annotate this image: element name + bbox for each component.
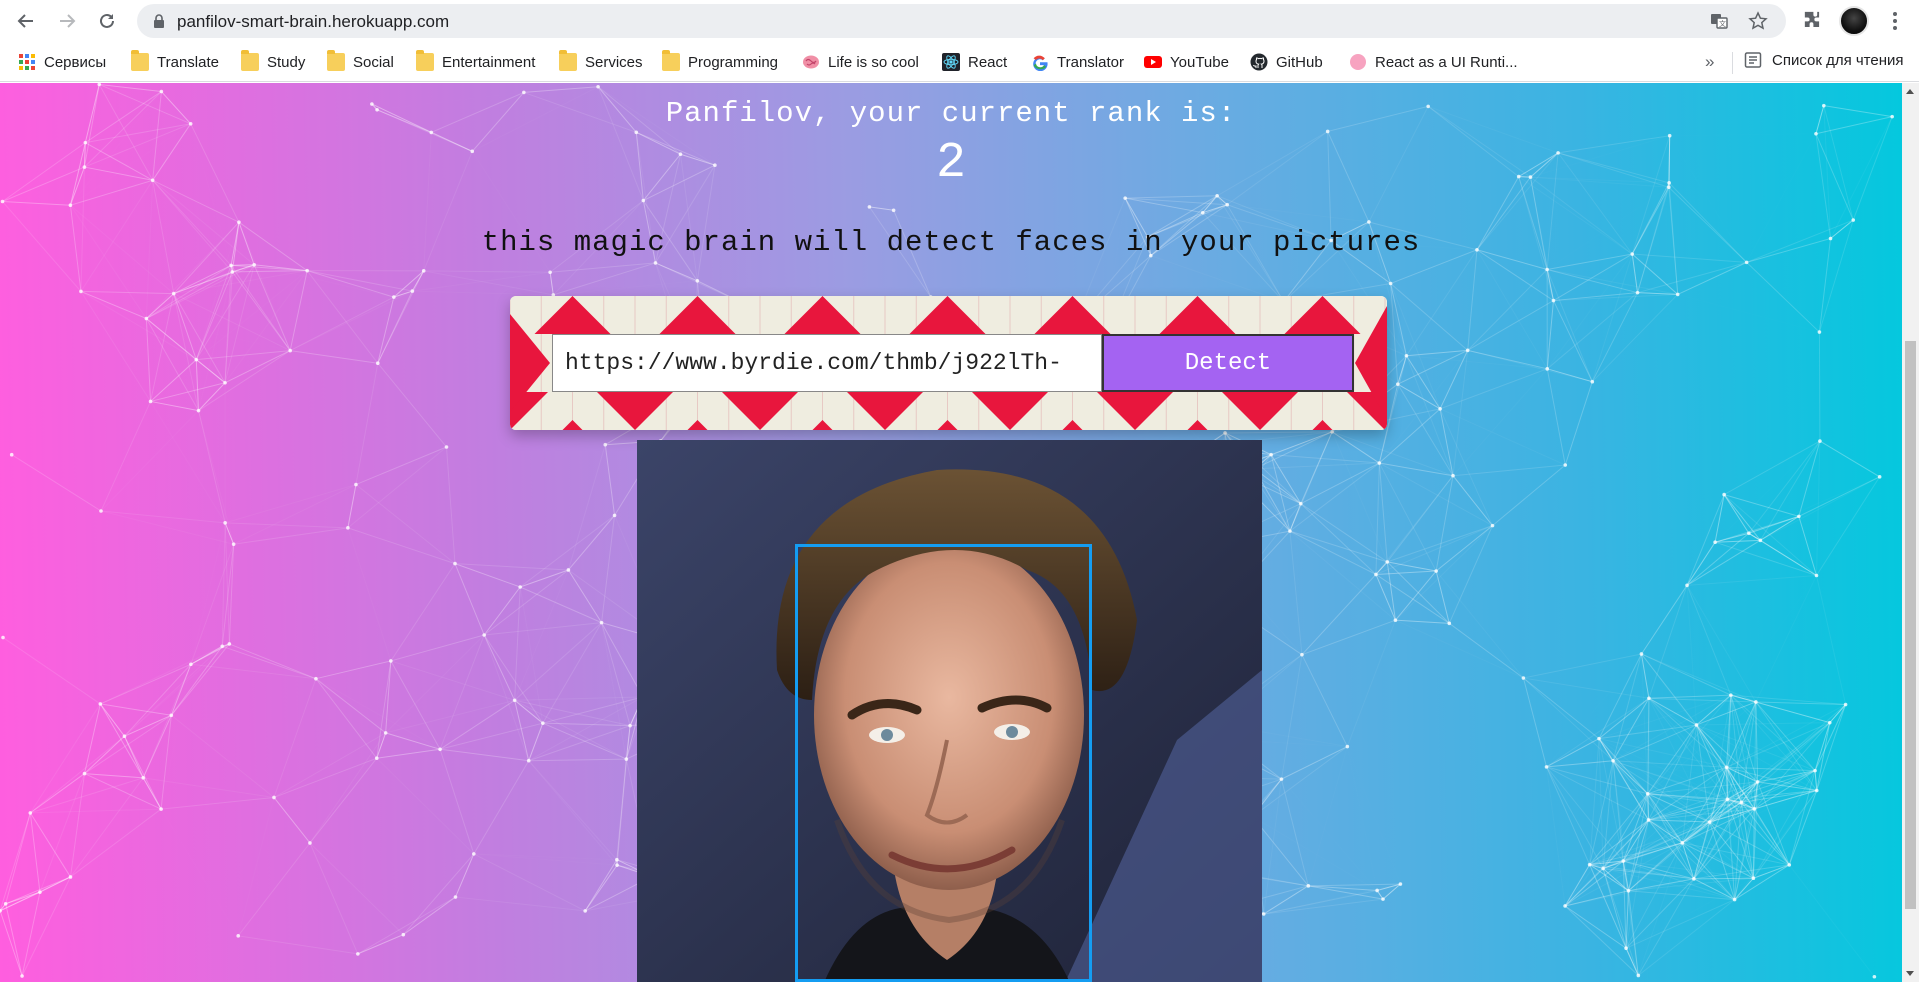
bookmark-react-ui-runtime[interactable]: React as a UI Runti... bbox=[1349, 51, 1518, 73]
page-viewport: Panfilov, your current rank is: 2 this m… bbox=[0, 83, 1902, 982]
bookmarks-bar: Сервисы Translate Study Social Entertain… bbox=[0, 42, 1919, 82]
bookmark-folder-social[interactable]: Social bbox=[327, 50, 394, 73]
bookmark-react[interactable]: React bbox=[942, 51, 1007, 73]
face-bounding-box bbox=[795, 544, 1092, 982]
folder-icon bbox=[662, 50, 680, 71]
profile-avatar[interactable] bbox=[1839, 6, 1869, 36]
bookmark-folder-services[interactable]: Services bbox=[559, 50, 643, 73]
translate-page-icon[interactable]: 文 bbox=[1710, 12, 1728, 30]
google-icon bbox=[1033, 55, 1048, 71]
folder-icon bbox=[327, 50, 345, 71]
folder-icon bbox=[559, 50, 577, 71]
address-url: panfilov-smart-brain.herokuapp.com bbox=[177, 12, 450, 31]
divider bbox=[1732, 52, 1733, 74]
tagline: this magic brain will detect faces in yo… bbox=[481, 226, 1421, 259]
scroll-down-arrow-icon[interactable] bbox=[1906, 971, 1914, 976]
browser-menu-icon[interactable] bbox=[1885, 7, 1905, 35]
bookmark-folder-programming[interactable]: Programming bbox=[662, 50, 779, 73]
apps-grid-icon bbox=[19, 54, 35, 70]
bookmark-label: GitHub bbox=[1276, 53, 1323, 71]
bookmark-folder-entertainment[interactable]: Entertainment bbox=[416, 50, 536, 73]
bookmark-label: Translate bbox=[157, 53, 219, 71]
bookmark-label: Life is so cool bbox=[828, 53, 919, 71]
bookmark-youtube[interactable]: YouTube bbox=[1144, 51, 1229, 73]
bookmark-label: YouTube bbox=[1170, 53, 1229, 71]
reload-button[interactable] bbox=[91, 5, 123, 37]
bookmark-label: Programming bbox=[688, 53, 779, 71]
folder-icon bbox=[241, 50, 259, 71]
scroll-up-arrow-icon[interactable] bbox=[1906, 89, 1914, 94]
bookmark-folder-study[interactable]: Study bbox=[241, 50, 306, 73]
image-link-form: Detect bbox=[510, 296, 1387, 430]
brain-icon bbox=[803, 55, 819, 69]
bookmark-label: Study bbox=[267, 53, 306, 71]
arrow-right-icon bbox=[60, 14, 76, 28]
rank-value: 2 bbox=[935, 135, 966, 192]
back-button[interactable] bbox=[10, 5, 42, 37]
bookmark-label: Services bbox=[585, 53, 643, 71]
bookmark-label: Entertainment bbox=[442, 53, 536, 71]
folder-icon bbox=[131, 50, 149, 71]
scrollbar-thumb[interactable] bbox=[1905, 341, 1916, 909]
rank-title: Panfilov, your current rank is: bbox=[665, 97, 1237, 130]
svg-text:文: 文 bbox=[1719, 19, 1726, 28]
arrow-left-icon bbox=[17, 14, 33, 28]
bookmark-life-is-so-cool[interactable]: Life is so cool bbox=[802, 51, 919, 73]
bookmark-github[interactable]: GitHub bbox=[1250, 51, 1323, 73]
bookmark-star-icon[interactable] bbox=[1748, 11, 1768, 31]
detect-button[interactable]: Detect bbox=[1102, 334, 1354, 392]
github-icon bbox=[1250, 53, 1268, 71]
bookmark-label: Сервисы bbox=[44, 53, 107, 71]
folder-icon bbox=[416, 50, 434, 71]
browser-toolbar: panfilov-smart-brain.herokuapp.com 文 bbox=[0, 0, 1919, 42]
reload-icon bbox=[100, 13, 114, 28]
extensions-icon[interactable] bbox=[1802, 9, 1824, 31]
bookmark-label: Social bbox=[353, 53, 394, 71]
page-scrollbar[interactable] bbox=[1902, 83, 1919, 982]
lock-icon bbox=[154, 14, 164, 28]
bookmark-label: React bbox=[968, 53, 1008, 71]
reading-list-button[interactable]: Список для чтения bbox=[1744, 51, 1904, 69]
reading-list-label: Список для чтения bbox=[1772, 51, 1904, 69]
bookmark-label: React as a UI Runti... bbox=[1375, 53, 1518, 71]
bookmarks-overflow-button[interactable]: » bbox=[1705, 52, 1714, 72]
reading-list-icon bbox=[1744, 52, 1762, 68]
react-icon bbox=[942, 53, 960, 71]
image-url-input[interactable] bbox=[552, 334, 1102, 392]
youtube-icon bbox=[1144, 56, 1162, 68]
address-bar[interactable]: panfilov-smart-brain.herokuapp.com 文 bbox=[137, 4, 1786, 38]
bookmark-folder-translate[interactable]: Translate bbox=[131, 50, 219, 73]
forward-button[interactable] bbox=[51, 5, 83, 37]
pink-circle-icon bbox=[1350, 54, 1366, 70]
bookmark-label: Translator bbox=[1057, 53, 1124, 71]
bookmark-apps[interactable]: Сервисы bbox=[18, 51, 106, 73]
bookmark-translator[interactable]: Translator bbox=[1031, 51, 1124, 73]
